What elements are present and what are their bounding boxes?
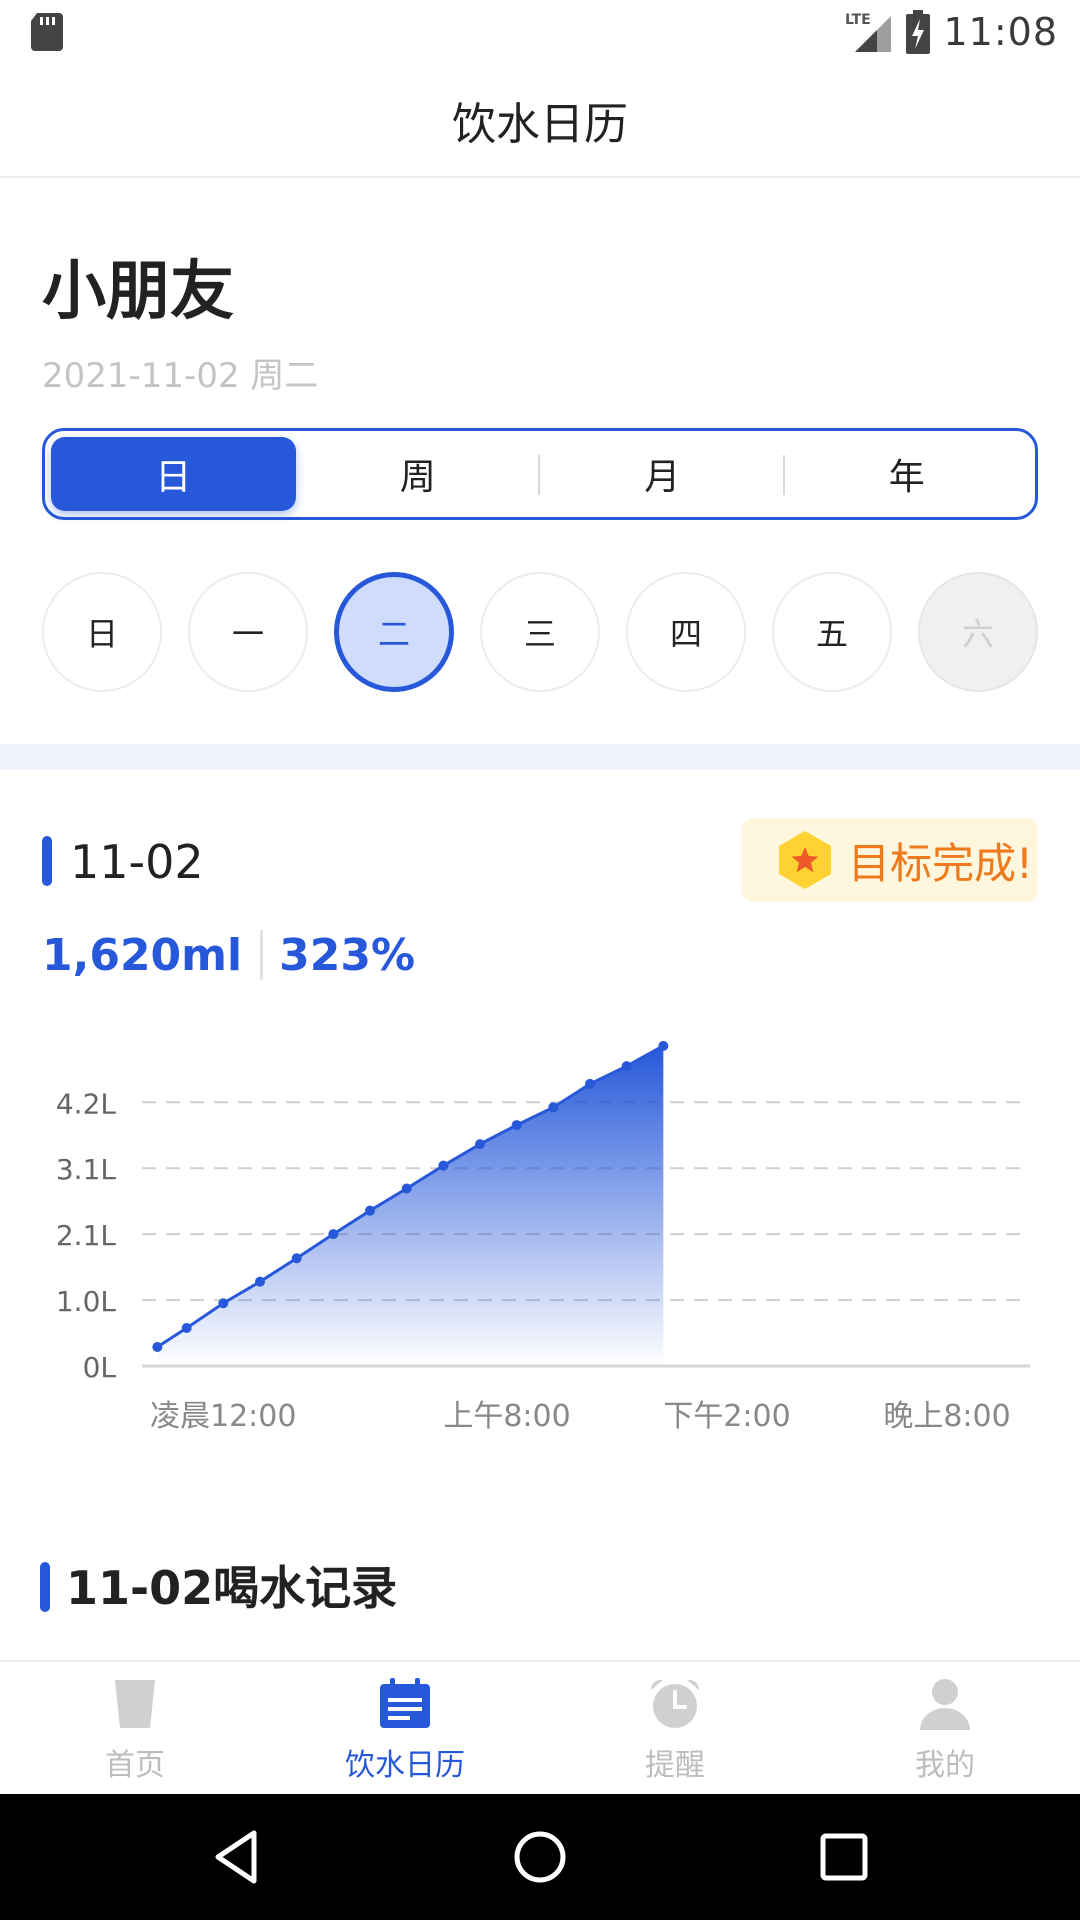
data-point [548, 1102, 559, 1113]
goal-complete-badge: 目标完成! [742, 818, 1038, 902]
data-point [585, 1078, 595, 1089]
x-tick-label: 下午2:00 [663, 1399, 790, 1434]
weekday-thursday[interactable]: 四 [626, 572, 746, 692]
y-tick-label: 2.1L [56, 1219, 117, 1252]
data-point [291, 1253, 302, 1264]
weekday-friday[interactable]: 五 [772, 572, 892, 692]
status-bar: LTE 11:08 [0, 0, 1080, 64]
intake-percent: 323% [279, 929, 416, 981]
battery-charging-icon [906, 10, 931, 54]
page-title: 饮水日历 [452, 99, 628, 150]
tab-home[interactable]: 首页 [0, 1662, 270, 1794]
current-date: 2021-11-02 周二 [42, 356, 319, 396]
data-point [218, 1298, 229, 1309]
y-tick-label: 0L [83, 1351, 117, 1384]
weekday-saturday: 六 [918, 572, 1038, 692]
star-hexagon-icon [779, 831, 831, 889]
chart-date: 11-02 [70, 835, 204, 889]
user-name: 小朋友 [42, 255, 234, 329]
x-tick-label: 晚上8:00 [883, 1399, 1010, 1434]
tab-reminder[interactable]: 提醒 [540, 1662, 810, 1794]
goal-complete-text: 目标完成! [848, 838, 1033, 888]
x-tick-label: 上午8:00 [443, 1399, 570, 1434]
alarm-clock-icon [650, 1679, 700, 1728]
area-fill [157, 1045, 664, 1366]
weekday-wednesday[interactable]: 三 [480, 572, 600, 692]
tab-week[interactable]: 周 [296, 437, 541, 511]
tab-profile[interactable]: 我的 [810, 1662, 1080, 1794]
home-circle-icon[interactable] [510, 1827, 570, 1887]
data-point [621, 1061, 632, 1072]
status-clock: 11:08 [943, 10, 1058, 54]
bottom-tab-bar: 首页 饮水日历 提醒 我的 [0, 1660, 1080, 1794]
user-icon [920, 1679, 970, 1730]
title-bar: 饮水日历 [0, 64, 1080, 178]
section-divider [0, 744, 1080, 770]
y-tick-label: 3.1L [56, 1153, 117, 1186]
weekday-monday[interactable]: 一 [188, 572, 308, 692]
calendar-icon [380, 1678, 430, 1728]
data-point [181, 1322, 192, 1333]
intake-amount: 1,620ml [42, 929, 243, 981]
weekday-sunday[interactable]: 日 [42, 572, 162, 692]
summary-divider [260, 930, 264, 980]
tab-calendar-label: 饮水日历 [345, 1748, 465, 1783]
system-navigation-bar [0, 1794, 1080, 1920]
section-marker [42, 836, 52, 886]
data-point [401, 1183, 412, 1194]
tab-month[interactable]: 月 [540, 437, 785, 511]
tab-home-label: 首页 [105, 1748, 165, 1783]
back-icon[interactable] [208, 1827, 268, 1887]
weekday-tuesday[interactable]: 二 [334, 572, 454, 692]
period-segmented-control: 日 周 月 年 [42, 428, 1038, 520]
data-point [365, 1205, 375, 1216]
tab-reminder-label: 提醒 [645, 1748, 705, 1783]
tab-year[interactable]: 年 [785, 437, 1030, 511]
data-point [328, 1229, 339, 1240]
data-point [475, 1139, 485, 1150]
data-point [438, 1160, 449, 1171]
tab-profile-label: 我的 [915, 1748, 975, 1783]
screen: LTE 11:08 饮水日历 小朋友 2021-11-02 周二 日 周 月 年… [0, 0, 1080, 1920]
tab-day[interactable]: 日 [51, 437, 296, 511]
data-point [255, 1276, 265, 1287]
data-point [658, 1040, 669, 1051]
x-tick-label: 凌晨12:00 [150, 1399, 296, 1434]
recents-icon[interactable] [814, 1827, 874, 1887]
network-type-label: LTE [845, 12, 871, 28]
records-section-marker [40, 1562, 50, 1612]
tab-calendar[interactable]: 饮水日历 [270, 1662, 540, 1794]
intake-summary: 1,620ml 323% [42, 924, 415, 986]
system-icons: LTE 11:08 [845, 8, 1058, 56]
lte-signal-icon: LTE [845, 12, 892, 52]
sd-card-icon [31, 13, 63, 51]
y-tick-label: 1.0L [56, 1285, 117, 1318]
data-point [511, 1120, 522, 1131]
y-tick-label: 4.2L [56, 1087, 117, 1120]
weekday-selector: 日 一 二 三 四 五 六 [42, 572, 1038, 692]
records-title: 11-02喝水记录 [66, 1561, 398, 1615]
cup-icon [115, 1680, 155, 1728]
data-point [152, 1341, 163, 1352]
intake-area-chart: 0L 1.0L 2.1L 3.1L 4.2L 凌晨12:00 上午8:00 下午2:00 晚上8… [56, 1040, 1030, 1434]
